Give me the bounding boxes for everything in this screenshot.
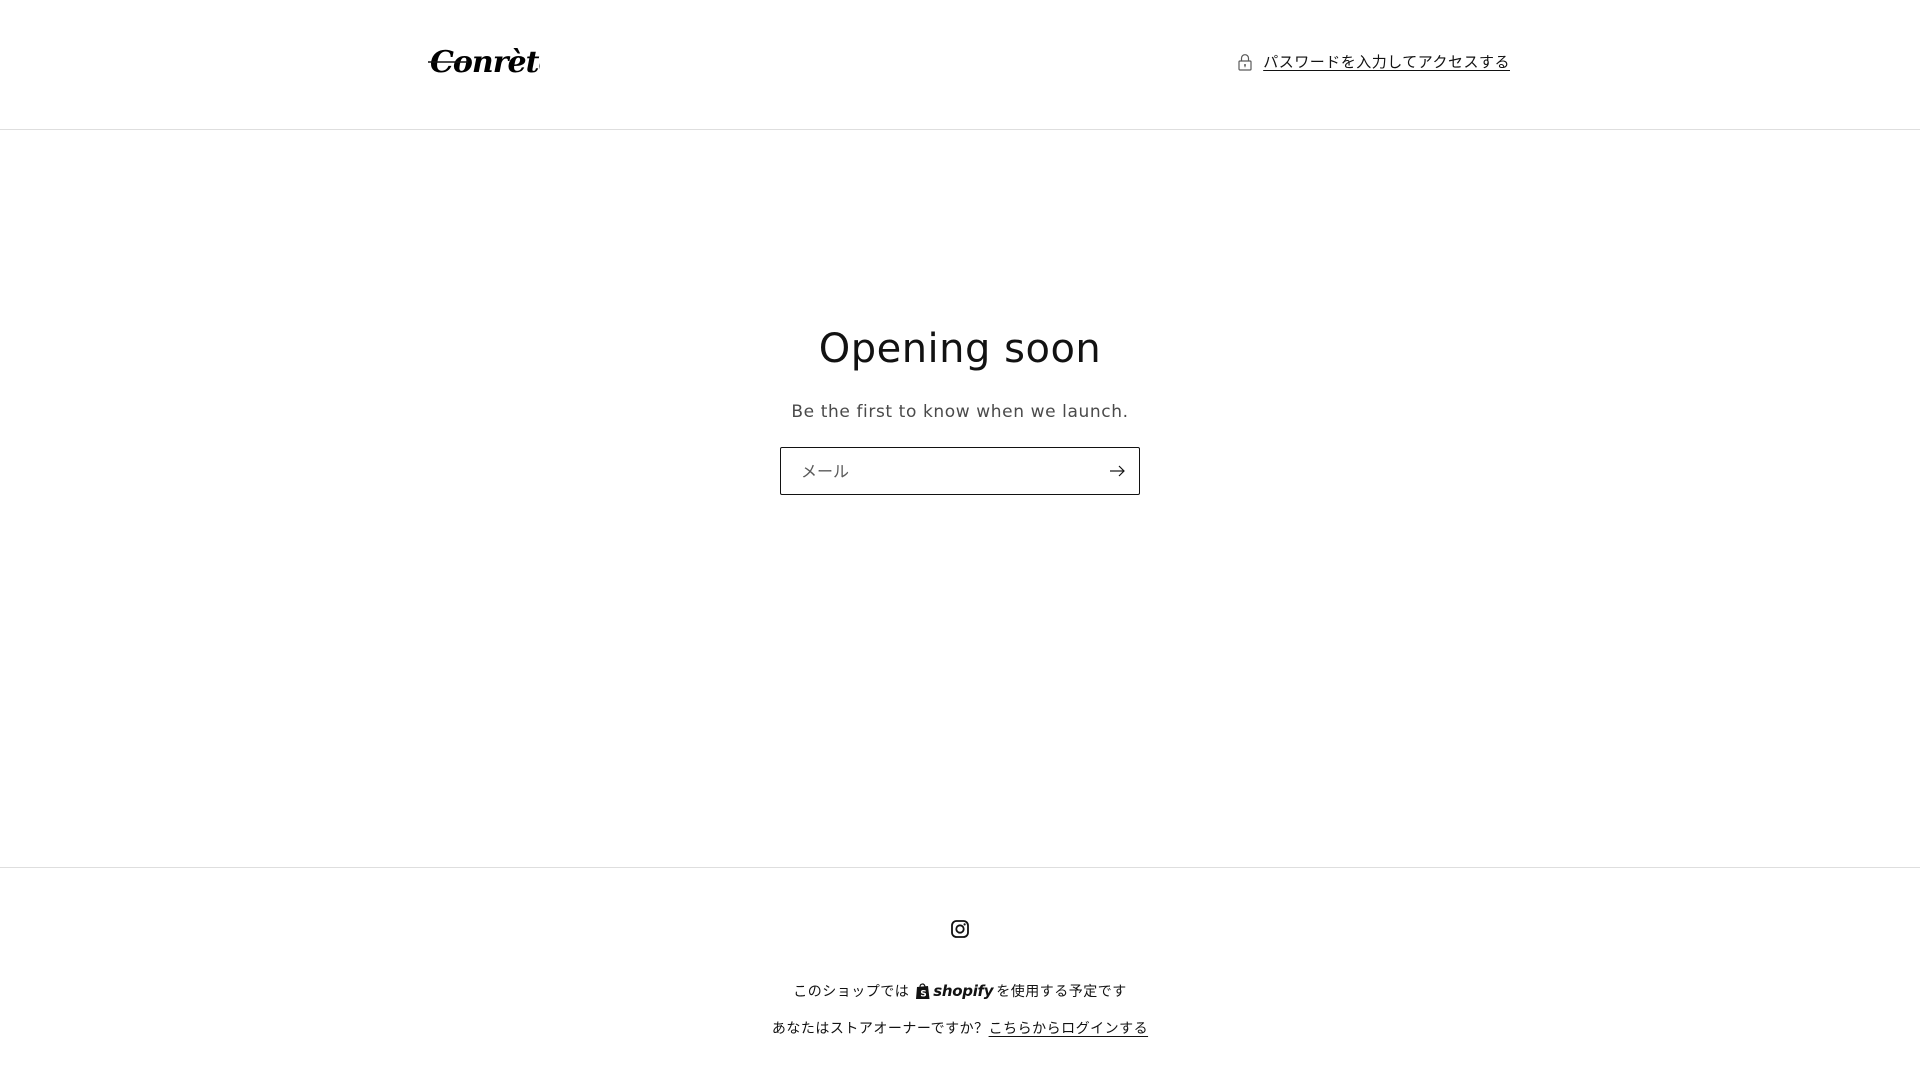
header: Conrète パスワードを入力してアクセスする bbox=[0, 0, 1920, 130]
powered-prefix: このショップでは bbox=[793, 984, 910, 1000]
newsletter-form bbox=[780, 447, 1140, 495]
store-logo[interactable]: Conrète bbox=[428, 40, 540, 84]
password-access-link[interactable]: パスワードを入力してアクセスする bbox=[1237, 51, 1510, 72]
page-subtitle: Be the first to know when we launch. bbox=[791, 402, 1129, 422]
email-input[interactable] bbox=[781, 448, 1095, 494]
footer: このショップでは S shopify を使用する予定です あなたはストアオーナー… bbox=[0, 867, 1920, 1080]
shopify-bag-icon: S bbox=[916, 983, 930, 1000]
shopify-wordmark: shopify bbox=[933, 982, 994, 1000]
svg-text:S: S bbox=[920, 990, 927, 1000]
powered-suffix: を使用する予定です bbox=[996, 984, 1127, 1000]
arrow-right-icon bbox=[1110, 465, 1125, 477]
store-owner-line: あなたはストアオーナーですか？こちらからログインする bbox=[0, 1018, 1920, 1038]
page-title: Opening soon bbox=[818, 326, 1102, 372]
main-content: Opening soon Be the first to know when w… bbox=[0, 130, 1920, 867]
instagram-icon bbox=[951, 920, 969, 938]
lock-icon bbox=[1238, 53, 1252, 71]
instagram-link[interactable] bbox=[950, 919, 970, 939]
powered-by-text: このショップでは S shopify を使用する予定です bbox=[0, 981, 1920, 1001]
owner-question: あなたはストアオーナーですか？ bbox=[771, 1021, 989, 1037]
email-submit-button[interactable] bbox=[1095, 448, 1139, 494]
owner-login-link[interactable]: こちらからログインする bbox=[989, 1021, 1149, 1037]
password-access-label: パスワードを入力してアクセスする bbox=[1263, 53, 1510, 71]
shopify-logo[interactable]: S shopify bbox=[915, 982, 994, 1000]
